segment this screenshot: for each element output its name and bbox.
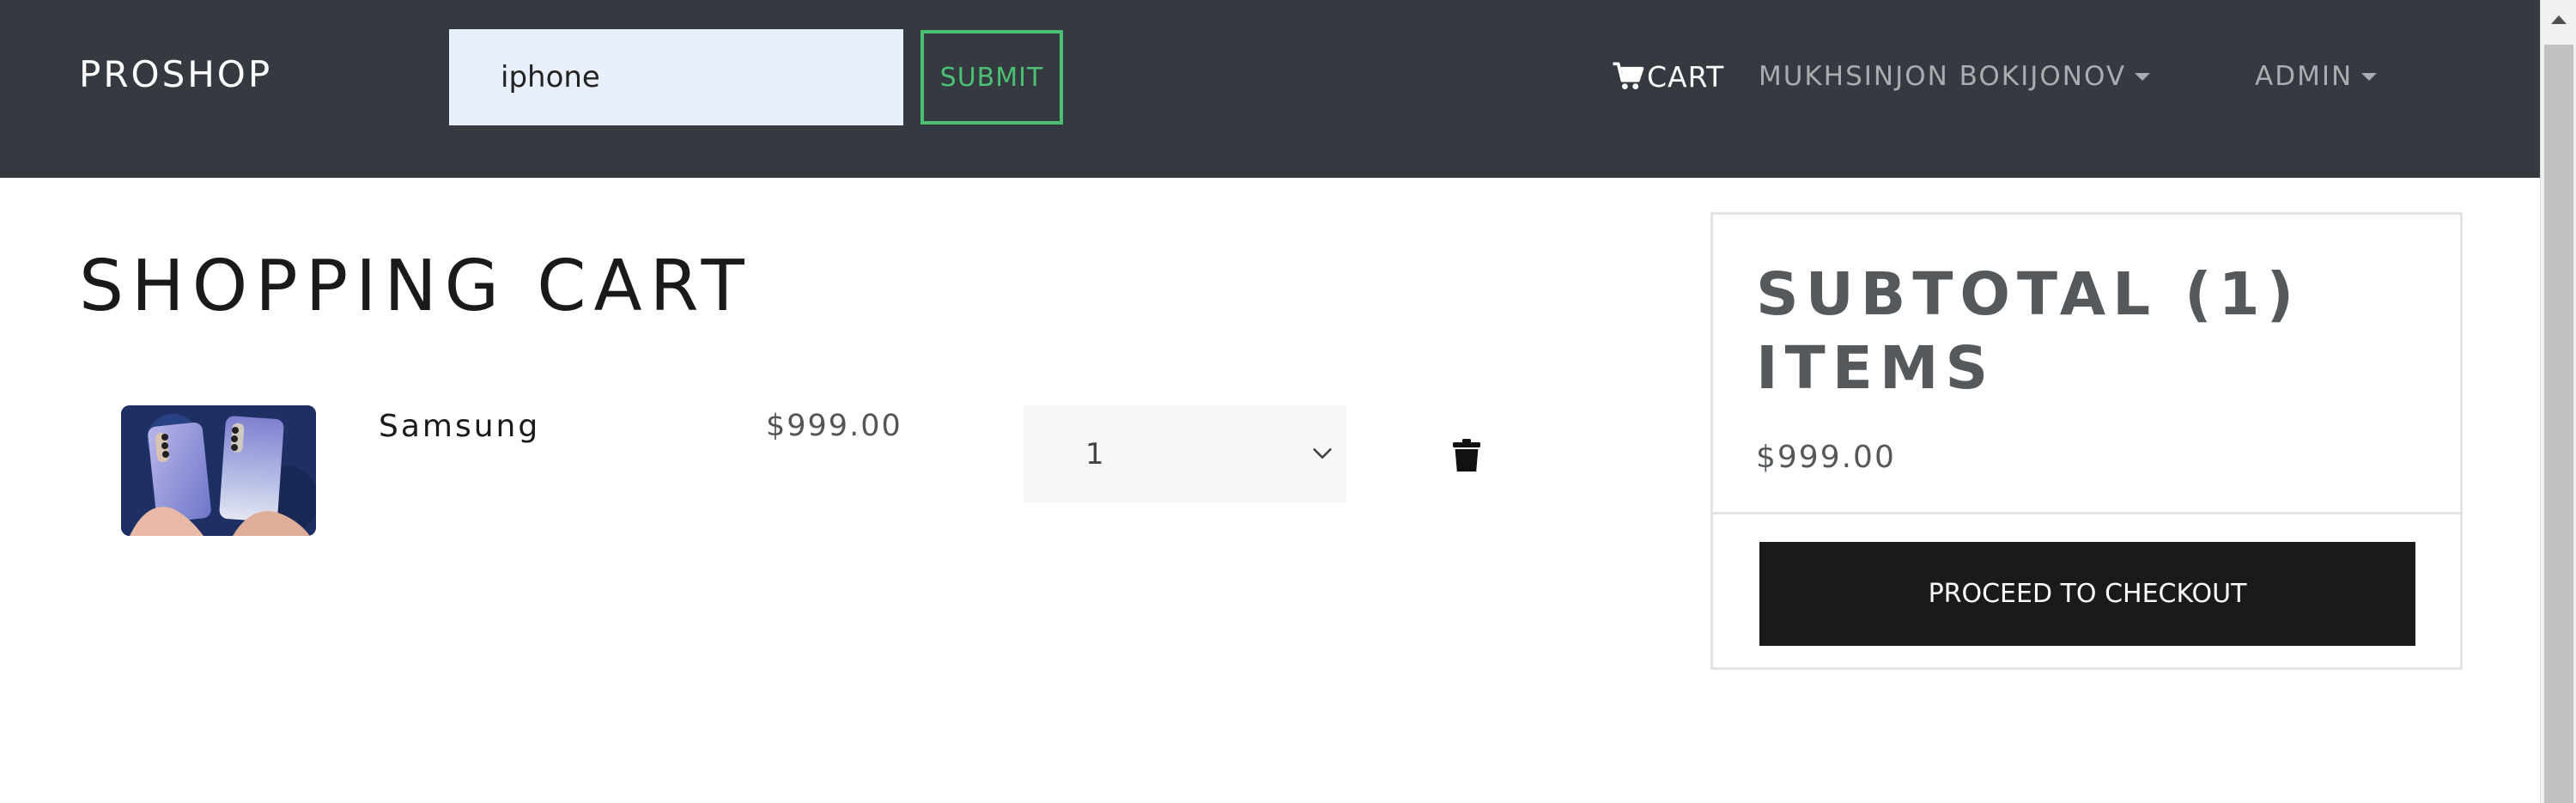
cart-item-price: $999.00	[766, 409, 902, 443]
chevron-down-icon	[1313, 448, 1332, 459]
admin-label: ADMIN	[2255, 61, 2354, 92]
proceed-to-checkout-button[interactable]: PROCEED TO CHECKOUT	[1759, 542, 2415, 646]
phone-photo-icon	[121, 405, 316, 536]
quantity-select[interactable]: 1	[1024, 405, 1346, 502]
search-input[interactable]	[449, 29, 903, 125]
nav-cart-label: CART	[1647, 59, 1725, 94]
nav-cart-link[interactable]: CART	[1613, 57, 1724, 96]
scroll-thumb[interactable]	[2544, 45, 2573, 803]
trash-icon	[1453, 439, 1480, 471]
cart-icon	[1613, 62, 1644, 89]
user-dropdown[interactable]: MUKHSINJON BOKIJONOV	[1759, 57, 2151, 96]
product-image	[121, 405, 316, 536]
user-name-label: MUKHSINJON BOKIJONOV	[1759, 61, 2127, 92]
brand-logo[interactable]: PROSHOP	[79, 53, 272, 95]
navbar: PROSHOP SUBMIT CART MUKHSINJON BOKIJONOV…	[0, 0, 2540, 178]
cart-item-name-link[interactable]: Samsung	[379, 409, 540, 444]
scroll-up-arrow-icon[interactable]	[2551, 15, 2567, 24]
remove-item-button[interactable]	[1453, 436, 1480, 474]
quantity-value: 1	[1085, 436, 1104, 471]
admin-dropdown[interactable]: ADMIN	[2255, 57, 2378, 96]
caret-down-icon	[2135, 72, 2151, 81]
page-scrollbar[interactable]	[2540, 0, 2576, 803]
subtotal-amount: $999.00	[1756, 440, 1896, 475]
page-title: SHOPPING CART	[79, 246, 752, 327]
order-summary-card: SUBTOTAL (1) ITEMS $999.00 PROCEED TO CH…	[1710, 212, 2463, 670]
subtotal-heading: SUBTOTAL (1) ITEMS	[1756, 260, 2301, 403]
caret-down-icon	[2361, 72, 2378, 81]
submit-button[interactable]: SUBMIT	[920, 30, 1063, 125]
checkout-section: PROCEED TO CHECKOUT	[1713, 512, 2460, 667]
